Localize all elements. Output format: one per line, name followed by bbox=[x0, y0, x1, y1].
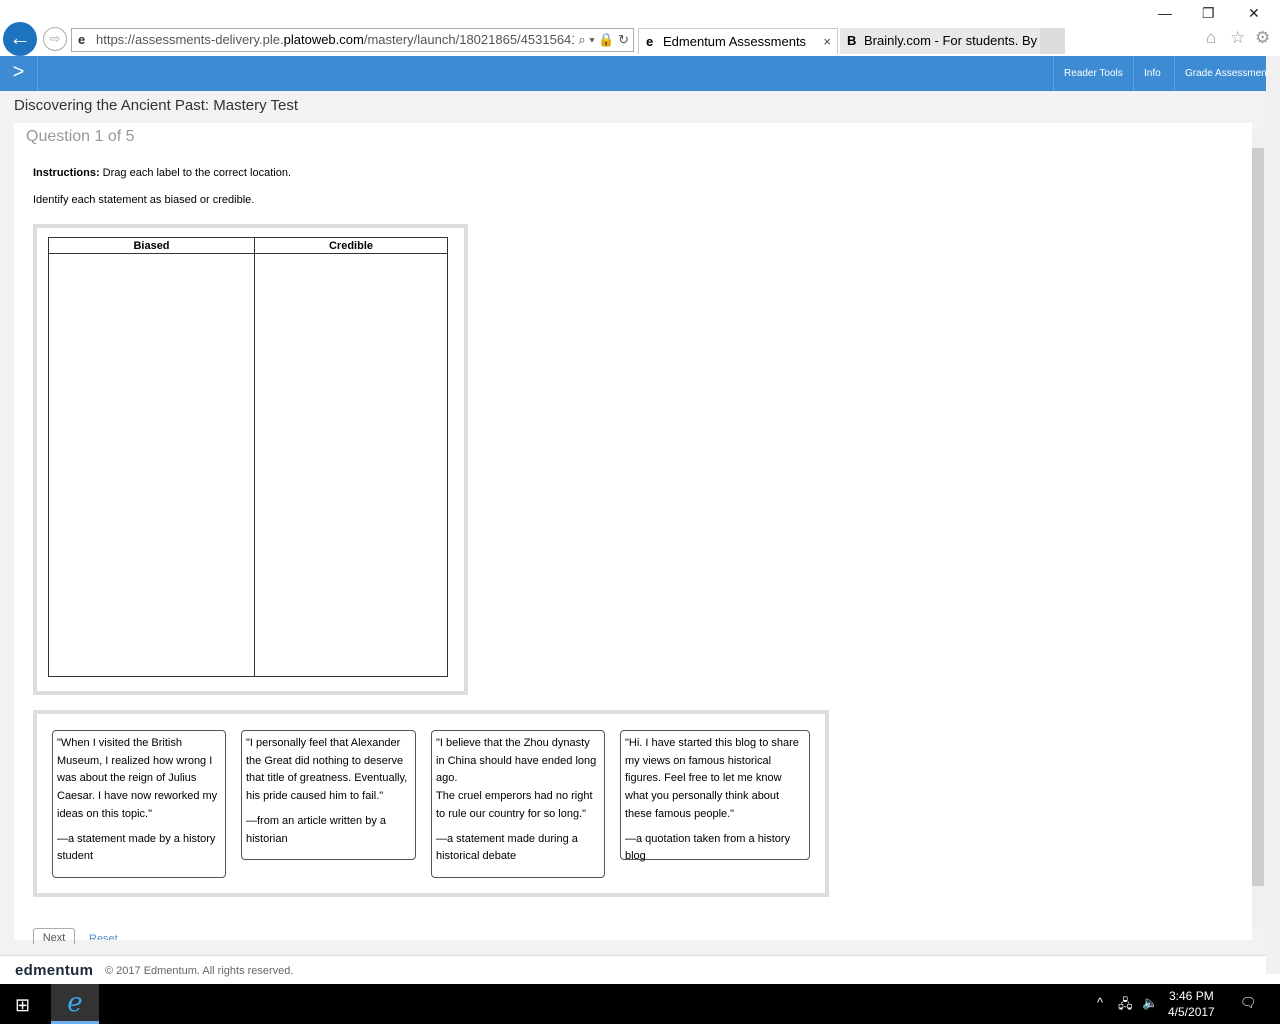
forward-button[interactable]: ⇨ bbox=[43, 27, 67, 51]
copyright: © 2017 Edmentum. All rights reserved. bbox=[105, 965, 294, 977]
date: 4/5/2017 bbox=[1168, 1005, 1215, 1019]
instructions: Instructions: Drag each label to the cor… bbox=[33, 167, 291, 179]
page-title: Discovering the Ancient Past: Mastery Te… bbox=[14, 97, 299, 114]
url-path: /mastery/launch/18021865/45315641/415 bbox=[363, 32, 604, 47]
back-button[interactable]: ← bbox=[3, 22, 37, 56]
tab-label: Brainly.com - For students. By ... bbox=[864, 33, 1040, 48]
time: 3:46 PM bbox=[1169, 989, 1214, 1003]
browser-chrome: ← ⇨ e https://assessments-delivery.ple.pl… bbox=[0, 0, 1280, 56]
card-quote: "Hi. I have started this blog to share m… bbox=[625, 737, 799, 820]
app-toolbar: > Reader Tools Info Grade Assessment bbox=[0, 56, 1266, 91]
draggable-label-card[interactable]: "Hi. I have started this blog to share m… bbox=[620, 730, 810, 862]
address-bar[interactable]: e https://assessments-delivery.ple.platow… bbox=[71, 28, 634, 52]
draggable-label-card[interactable]: "When I visited the British Museum, I re… bbox=[52, 730, 226, 878]
new-tab-button[interactable] bbox=[1040, 28, 1065, 54]
drop-zone-biased[interactable] bbox=[49, 254, 255, 676]
favorites-icon[interactable]: ☆ bbox=[1230, 28, 1245, 48]
close-tab-icon[interactable]: × bbox=[823, 29, 831, 54]
card-source: —a quotation taken from a history blog bbox=[625, 832, 791, 863]
question-prompt: Identify each statement as biased or cre… bbox=[33, 194, 255, 206]
draggable-label-card[interactable]: "I believe that the Zhou dynasty in Chin… bbox=[431, 730, 605, 878]
reset-link[interactable]: Reset bbox=[89, 930, 118, 940]
instructions-label: Instructions: bbox=[33, 167, 100, 179]
window-scrollbar[interactable] bbox=[1266, 56, 1280, 974]
settings-gear-icon[interactable]: ⚙ bbox=[1255, 28, 1270, 48]
next-button[interactable]: Next bbox=[33, 928, 75, 944]
edmentum-logo: edmentum bbox=[15, 962, 94, 979]
windows-start-icon[interactable]: ⊞ bbox=[15, 995, 30, 1016]
ie-page-icon: e bbox=[78, 32, 86, 47]
url-prefix: https://assessments-delivery.ple. bbox=[96, 32, 284, 47]
column-header-credible: Credible bbox=[255, 238, 447, 254]
close-window-button[interactable]: ✕ bbox=[1248, 5, 1260, 22]
restore-button[interactable]: ❐ bbox=[1202, 5, 1215, 22]
tab-brainly[interactable]: B Brainly.com - For students. By ... bbox=[840, 28, 1040, 54]
internet-explorer-icon[interactable]: e bbox=[51, 984, 99, 1024]
notifications-icon[interactable]: 🗨 bbox=[1240, 995, 1257, 1011]
url-domain: platoweb.com bbox=[283, 32, 364, 47]
card-quote: "When I visited the British Museum, I re… bbox=[57, 737, 218, 820]
tab-edmentum[interactable]: e Edmentum Assessments × bbox=[638, 28, 838, 54]
expand-chevron-icon[interactable]: > bbox=[0, 56, 38, 91]
instructions-text: Drag each label to the correct location. bbox=[99, 167, 292, 179]
show-hidden-icons-icon[interactable]: ^ bbox=[1097, 995, 1103, 1010]
card-source: —a statement made by a history student bbox=[57, 832, 216, 863]
home-icon[interactable]: ⌂ bbox=[1206, 28, 1216, 48]
tab-label: Edmentum Assessments bbox=[663, 34, 807, 49]
card-quote: "I believe that the Zhou dynasty in Chin… bbox=[436, 737, 597, 820]
info-button[interactable]: Info bbox=[1133, 56, 1171, 91]
question-number: Question 1 of 5 bbox=[26, 128, 135, 145]
draggable-label-card[interactable]: "I personally feel that Alexander the Gr… bbox=[241, 730, 416, 860]
edmentum-tab-icon: e bbox=[646, 34, 654, 49]
card-source: —from an article written by a historian bbox=[246, 814, 386, 845]
card-quote: "I personally feel that Alexander the Gr… bbox=[246, 737, 408, 803]
network-icon[interactable]: 🖧 bbox=[1118, 995, 1133, 1017]
card-source: —a statement made during a historical de… bbox=[436, 832, 578, 863]
scrollbar-thumb[interactable] bbox=[1252, 148, 1264, 886]
brainly-tab-icon: B bbox=[847, 33, 857, 48]
drop-zone-credible[interactable] bbox=[255, 254, 447, 676]
taskbar: ⊞ e ^ 🖧 🔈 3:46 PM 4/5/2017 🗨 bbox=[0, 984, 1280, 1024]
drop-table: Biased Credible bbox=[48, 237, 448, 677]
volume-icon[interactable]: 🔈 bbox=[1142, 995, 1158, 1011]
footer: edmentum © 2017 Edmentum. All rights res… bbox=[0, 955, 1266, 984]
clock[interactable]: 3:46 PM 4/5/2017 bbox=[1168, 988, 1215, 1020]
address-icons[interactable]: ⌕ ▾ 🔒 ↻ bbox=[574, 29, 629, 51]
minimize-button[interactable]: — bbox=[1158, 5, 1172, 21]
reader-tools-button[interactable]: Reader Tools bbox=[1053, 56, 1133, 91]
column-header-biased: Biased bbox=[49, 238, 255, 254]
grade-assessment-button[interactable]: Grade Assessment bbox=[1174, 56, 1266, 91]
